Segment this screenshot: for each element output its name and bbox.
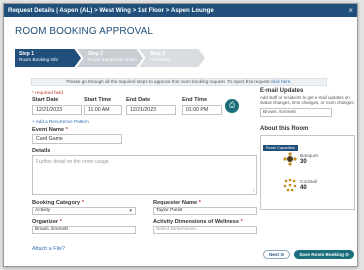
footer-actions: Next ⊙ Save Room Booking ⊙ xyxy=(263,250,354,259)
add-recurrence-link[interactable]: + Add a Recurrence Pattern xyxy=(32,119,257,124)
right-panel: E-mail Updates Add staff or residents to… xyxy=(260,88,355,210)
window-title: Request Details | Aspen (AL) > West Wing… xyxy=(8,7,214,14)
end-date-group: End Date 12/21/2023 xyxy=(126,97,176,115)
print-icon[interactable]: ⎙ xyxy=(225,99,239,113)
end-date-input[interactable]: 12/21/2023 xyxy=(126,105,176,115)
details-placeholder: Further detail on the room usage xyxy=(36,159,109,165)
step-1-sub: Room Booking Info xyxy=(19,57,59,63)
event-name-group: Event Name * Card Game xyxy=(32,127,257,144)
date-time-row: Start Date 12/21/2023 Start Time 11:00 A… xyxy=(32,97,257,115)
banquet-value: 30 xyxy=(300,158,307,165)
start-date-label: Start Date xyxy=(32,97,59,103)
required-field-note: * required field xyxy=(32,91,63,96)
page-title: ROOM BOOKING APPROVAL xyxy=(15,26,154,37)
activity-dimensions-label-text: Activity Dimensions of Wellness xyxy=(153,219,240,225)
step-2-sub: Room Setup/Tear Down xyxy=(88,57,137,63)
start-time-group: Start Time 11:00 AM xyxy=(84,97,122,115)
booking-category-value: Activity xyxy=(35,208,51,213)
requester-name-group: Requester Name * Taylor Parist xyxy=(153,200,257,215)
details-group: Details Further detail on the room usage… xyxy=(32,148,257,195)
event-name-label-text: Event Name xyxy=(32,127,65,133)
cocktail-name: Cocktail xyxy=(300,179,318,185)
capacity-cocktail: Cocktail 40 xyxy=(283,178,317,192)
step-progress: Step 1 Room Booking Info Step 2 Room Set… xyxy=(15,49,205,67)
event-name-input[interactable]: Card Game xyxy=(32,134,122,144)
step-3-tab[interactable]: Step 3 Attendees xyxy=(139,49,205,67)
activity-dimensions-label: Activity Dimensions of Wellness * xyxy=(153,219,243,225)
email-updates-title: E-mail Updates xyxy=(260,88,304,94)
capacity-banquet: Banquet 30 xyxy=(283,152,318,166)
cocktail-value: 40 xyxy=(300,184,307,191)
booking-category-label-text: Booking Category xyxy=(32,200,81,206)
end-time-input[interactable]: 01:00 PM xyxy=(182,105,222,115)
start-date-input[interactable]: 12/21/2023 xyxy=(32,105,82,115)
organizer-input[interactable]: Brown, Emmett xyxy=(32,226,136,234)
chevron-down-icon: ▼ xyxy=(128,208,133,213)
window-titlebar: Request Details | Aspen (AL) > West Wing… xyxy=(4,4,357,17)
booking-category-select[interactable]: Activity ▼ xyxy=(32,207,136,215)
step-2-tab[interactable]: Step 2 Room Setup/Tear Down xyxy=(77,49,143,67)
organizer-activity-row: Organizer * Brown, Emmett Activity Dimen… xyxy=(32,219,257,234)
end-date-label: End Date xyxy=(126,97,151,103)
save-room-booking-button[interactable]: Save Room Booking ⊙ xyxy=(294,250,354,259)
instruction-banner: Please go through all the required steps… xyxy=(31,78,327,86)
details-textarea[interactable]: Further detail on the room usage ∣ xyxy=(32,155,257,195)
about-room-title: About this Room xyxy=(260,126,309,132)
attach-file-link[interactable]: Attach a File? xyxy=(32,246,257,252)
organizer-label-text: Organizer xyxy=(32,219,59,225)
requester-name-label: Requester Name * xyxy=(153,200,201,206)
activity-dimensions-group: Activity Dimensions of Wellness * Select… xyxy=(153,219,257,234)
resize-grip-icon[interactable]: ∣ xyxy=(253,188,256,194)
request-details-window: Request Details | Aspen (AL) > West Wing… xyxy=(3,3,358,267)
requester-name-input[interactable]: Taylor Parist xyxy=(153,207,257,215)
details-label: Details xyxy=(32,148,51,154)
organizer-group: Organizer * Brown, Emmett xyxy=(32,219,136,234)
category-requester-row: Booking Category * Activity ▼ Requester … xyxy=(32,200,257,215)
room-capacities-panel: Room Capacities Banquet 30 Cocktail 40 xyxy=(260,135,355,210)
booking-category-group: Booking Category * Activity ▼ xyxy=(32,200,136,215)
organizer-label: Organizer * xyxy=(32,219,62,225)
start-time-label: Start Time xyxy=(84,97,112,103)
banquet-name: Banquet xyxy=(300,153,318,159)
start-date-group: Start Date 12/21/2023 xyxy=(32,97,82,115)
event-name-label: Event Name * xyxy=(32,127,68,133)
instruction-text: Please go through all the required steps… xyxy=(66,79,270,84)
step-1-tab[interactable]: Step 1 Room Booking Info xyxy=(15,49,81,67)
cocktail-standing-icon xyxy=(283,178,297,192)
next-button[interactable]: Next ⊙ xyxy=(263,250,291,259)
reject-request-link[interactable]: click here. xyxy=(271,79,292,84)
close-icon[interactable]: × xyxy=(348,4,353,17)
email-updates-input[interactable]: Brown, Emmett xyxy=(260,108,332,117)
booking-form: * required field Start Date 12/21/2023 S… xyxy=(32,91,257,252)
booking-category-label: Booking Category * xyxy=(32,200,84,206)
room-capacities-tab[interactable]: Room Capacities xyxy=(263,145,298,151)
requester-name-label-text: Requester Name xyxy=(153,200,198,206)
screen-background: Request Details | Aspen (AL) > West Wing… xyxy=(0,0,364,270)
end-time-label: End Time xyxy=(182,97,208,103)
activity-dimensions-select[interactable]: Select Dimensions... xyxy=(153,226,257,234)
start-time-input[interactable]: 11:00 AM xyxy=(84,105,122,115)
step-3-sub: Attendees xyxy=(150,57,171,63)
end-time-group: End Time 01:00 PM xyxy=(182,97,222,115)
banquet-table-icon xyxy=(283,152,297,166)
email-updates-text: Add staff or residents to get e-mail upd… xyxy=(260,95,355,105)
